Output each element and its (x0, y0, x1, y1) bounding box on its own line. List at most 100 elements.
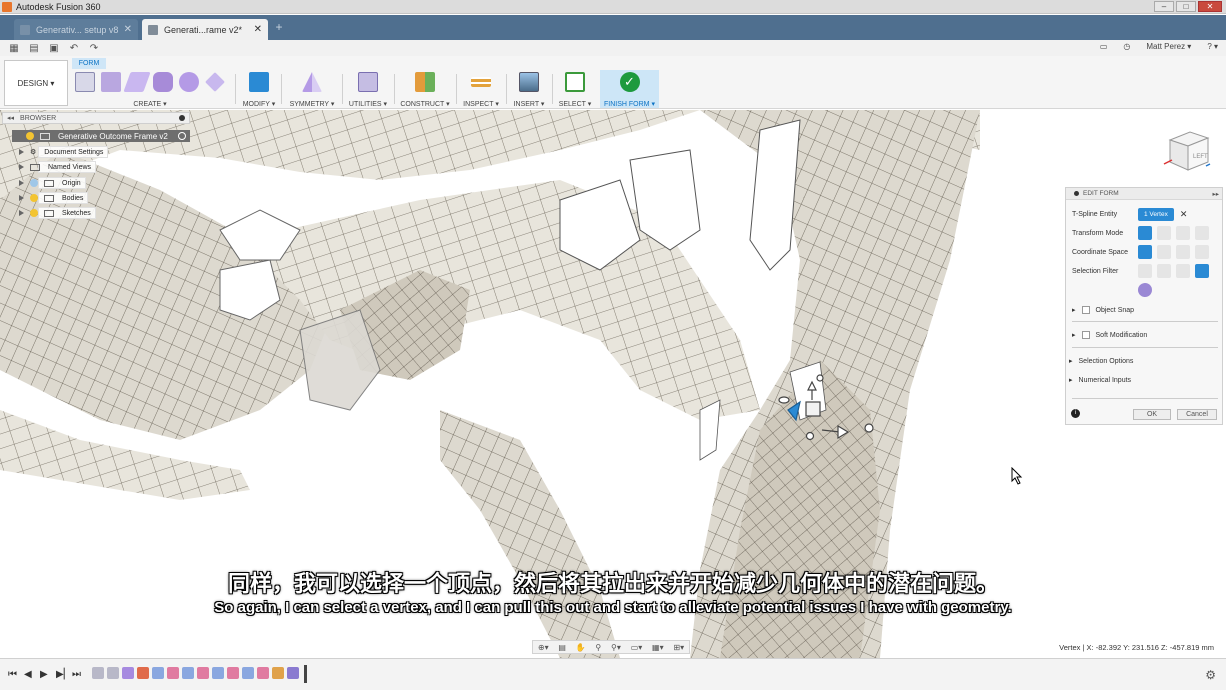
step-forward-icon[interactable]: ▶▏ (56, 669, 71, 680)
pin-icon[interactable] (179, 115, 185, 121)
user-menu[interactable]: Matt Perez ▾ (1146, 42, 1191, 51)
clock-icon[interactable]: ◷ (1123, 42, 1130, 51)
grid-settings-icon[interactable]: ▦▾ (652, 643, 664, 652)
help-menu[interactable]: ? ▾ (1207, 42, 1218, 51)
collapse-icon[interactable]: ◂◂ (7, 114, 14, 122)
multi-transform-icon[interactable] (1138, 226, 1152, 240)
new-tab-button[interactable]: + (272, 20, 286, 34)
file-icon[interactable]: ▤ (28, 42, 40, 54)
timeline-feature[interactable] (257, 667, 269, 679)
tab-generative-frame[interactable]: Generati...rame v2* ✕ (142, 19, 268, 40)
expand-arrow-icon[interactable]: ▸ (1072, 306, 1076, 314)
fit-icon[interactable]: ⚲▾ (611, 643, 621, 652)
create-group[interactable]: CREATE ▾ (70, 70, 230, 108)
redo-icon[interactable]: ↷ (88, 42, 100, 54)
look-at-icon[interactable]: ▤ (558, 643, 566, 652)
visibility-bulb-icon[interactable] (30, 209, 38, 217)
insert-group[interactable]: INSERT ▾ (510, 70, 548, 108)
object-snap-option[interactable]: ▸ Object Snap (1072, 304, 1134, 316)
orbit-icon[interactable]: ⊕▾ (538, 643, 549, 652)
inspect-label[interactable]: INSPECT ▾ (460, 100, 502, 108)
measure-icon[interactable] (471, 77, 491, 87)
visibility-bulb-icon[interactable] (26, 132, 34, 140)
gear-icon[interactable]: ⚙ (1205, 668, 1216, 682)
box-icon[interactable] (101, 72, 121, 92)
ok-button[interactable]: OK (1133, 409, 1171, 420)
all-filter-icon[interactable] (1195, 264, 1209, 278)
view-cube[interactable]: LEFT (1160, 126, 1212, 178)
create-label[interactable]: CREATE ▾ (70, 100, 230, 108)
cancel-button[interactable]: Cancel (1177, 409, 1217, 420)
selection-options-section[interactable]: ▸ Selection Options (1069, 355, 1133, 367)
per-entity-icon[interactable] (1195, 245, 1209, 259)
construct-plane-icon[interactable] (415, 72, 435, 92)
view-space-icon[interactable] (1157, 245, 1171, 259)
finish-form-button[interactable]: ✓ FINISH FORM ▾ (600, 70, 659, 108)
insert-label[interactable]: INSERT ▾ (510, 100, 548, 108)
inspect-group[interactable]: INSPECT ▾ (460, 70, 502, 108)
expand-arrow-icon[interactable]: ▸ (1069, 357, 1073, 365)
activate-radio-icon[interactable] (178, 132, 186, 140)
face-icon[interactable] (205, 72, 225, 92)
expand-arrow-icon[interactable] (19, 210, 24, 216)
expand-arrow-icon[interactable] (19, 195, 24, 201)
go-to-end-icon[interactable]: ⏭ (72, 669, 81, 680)
utilities-group[interactable]: UTILITIES ▾ (346, 70, 390, 108)
timeline-feature[interactable] (152, 667, 164, 679)
timeline-feature[interactable] (242, 667, 254, 679)
local-space-icon[interactable] (1176, 245, 1190, 259)
utilities-label[interactable]: UTILITIES ▾ (346, 100, 390, 108)
info-icon[interactable]: i (1071, 409, 1080, 418)
timeline-feature[interactable] (107, 667, 119, 679)
pan-icon[interactable]: ✋ (576, 643, 586, 652)
scale-icon[interactable] (1195, 226, 1209, 240)
timeline-feature[interactable] (272, 667, 284, 679)
sphere-icon[interactable] (179, 72, 199, 92)
plane-icon[interactable] (123, 72, 151, 92)
cylinder-icon[interactable] (153, 72, 173, 92)
expand-dialog-icon[interactable]: ▸▸ (1212, 190, 1219, 198)
browser-item-origin[interactable]: Origin (19, 177, 86, 189)
visibility-bulb-icon[interactable] (30, 179, 38, 187)
tab-form[interactable]: FORM (72, 58, 106, 69)
face-filter-icon[interactable] (1176, 264, 1190, 278)
select-group[interactable]: SELECT ▾ (556, 70, 594, 108)
save-icon[interactable]: ▣ (48, 42, 60, 54)
symmetry-icon[interactable] (302, 72, 322, 92)
job-status-icon[interactable]: ▭ (1100, 42, 1108, 51)
modify-label[interactable]: MODIFY ▾ (240, 100, 278, 108)
browser-item-document-settings[interactable]: ⚙ Document Settings (19, 146, 109, 158)
select-icon[interactable] (565, 72, 585, 92)
construct-group[interactable]: CONSTRUCT ▾ (398, 70, 452, 108)
timeline-feature[interactable] (137, 667, 149, 679)
symmetry-label[interactable]: SYMMETRY ▾ (286, 100, 338, 108)
symmetry-group[interactable]: SYMMETRY ▾ (286, 70, 338, 108)
minimize-button[interactable]: – (1154, 1, 1174, 12)
timeline-feature[interactable] (227, 667, 239, 679)
browser-root-component[interactable]: Generative Outcome Frame v2 (12, 130, 190, 142)
rotate-icon[interactable] (1176, 226, 1190, 240)
object-snap-checkbox[interactable] (1081, 306, 1090, 314)
body-filter-icon[interactable] (1138, 283, 1152, 297)
numerical-inputs-section[interactable]: ▸ Numerical Inputs (1069, 374, 1131, 386)
go-to-start-icon[interactable]: ⏮ (8, 669, 17, 680)
tab-close-icon[interactable]: ✕ (124, 24, 132, 35)
expand-arrow-icon[interactable] (19, 164, 24, 170)
modify-group[interactable]: MODIFY ▾ (240, 70, 278, 108)
select-label[interactable]: SELECT ▾ (556, 100, 594, 108)
edit-form-header[interactable]: EDIT FORM ▸▸ (1066, 188, 1222, 200)
workspace-switcher[interactable]: DESIGN ▾ (4, 60, 68, 106)
timeline-feature[interactable] (182, 667, 194, 679)
maximize-button[interactable]: □ (1176, 1, 1196, 12)
visibility-bulb-icon[interactable] (30, 194, 38, 202)
expand-arrow-icon[interactable]: ▸ (1072, 331, 1076, 339)
zoom-icon[interactable]: ⚲ (595, 643, 601, 652)
timeline-feature[interactable] (167, 667, 179, 679)
timeline-feature[interactable] (92, 667, 104, 679)
sketch-icon[interactable] (75, 72, 95, 92)
soft-modification-option[interactable]: ▸ Soft Modification (1072, 329, 1147, 341)
timeline-feature[interactable] (287, 667, 299, 679)
grid-menu-icon[interactable]: ▦ (8, 42, 20, 54)
tab-close-icon[interactable]: ✕ (254, 24, 262, 35)
insert-image-icon[interactable] (519, 72, 539, 92)
